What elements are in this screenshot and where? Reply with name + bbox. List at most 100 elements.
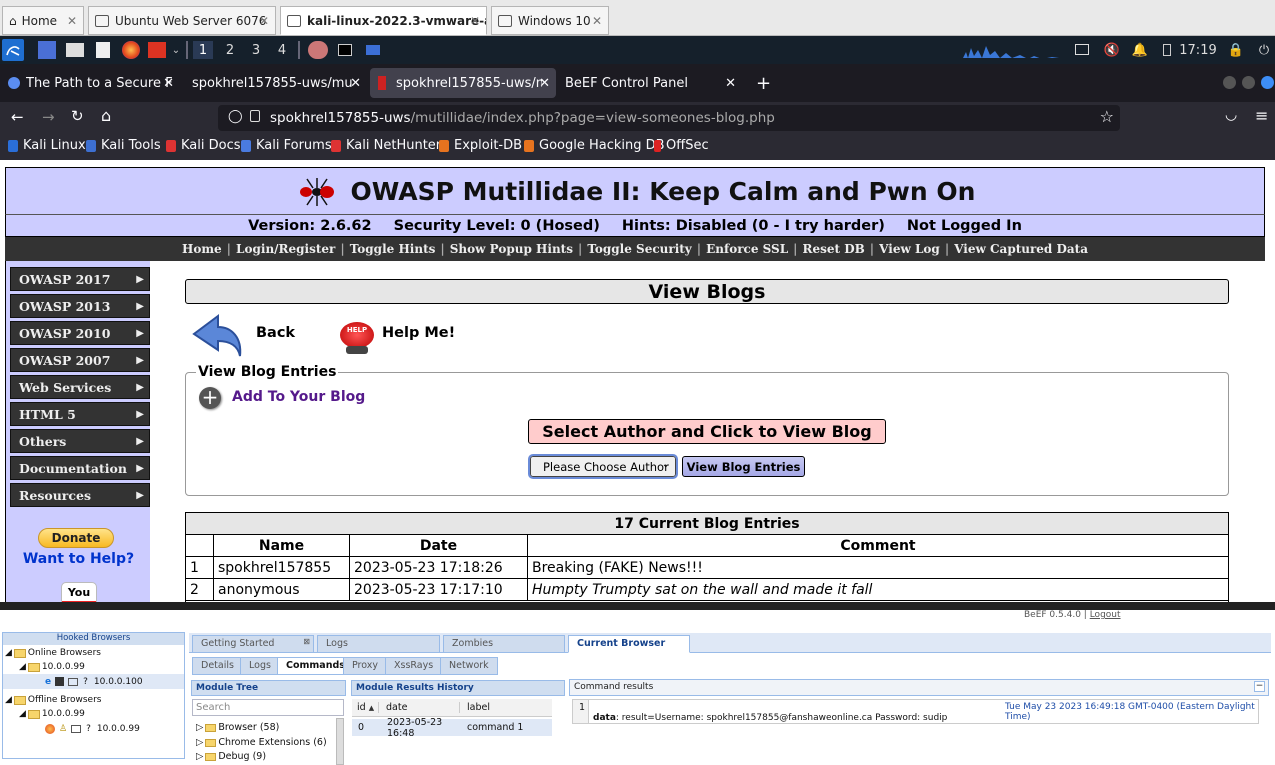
workspace-4[interactable]: 4	[272, 41, 292, 59]
menu-toggle-hints[interactable]: Toggle Hints	[350, 242, 436, 256]
close-icon[interactable]: ✕	[259, 14, 269, 28]
lock-icon[interactable]: 🔒	[1228, 41, 1244, 59]
want-to-help-link[interactable]: Want to Help?	[6, 551, 151, 567]
module-search-input[interactable]: Search	[192, 699, 344, 716]
tab-zombies[interactable]: Zombies	[443, 635, 565, 653]
side-resources[interactable]: Resources ▶	[10, 483, 150, 507]
history-col-label[interactable]: label	[460, 702, 490, 713]
bookmark-kali-nethunter[interactable]: Kali NetHunter	[331, 138, 441, 153]
bookmark-kali-docs[interactable]: Kali Docs	[166, 138, 241, 153]
donate-button[interactable]: Donate	[38, 528, 114, 548]
menu-toggle-security[interactable]: Toggle Security	[587, 242, 691, 256]
back-arrow-icon[interactable]: ←	[11, 108, 24, 126]
browser-tab[interactable]: BeEF Control Panel ✕	[557, 68, 742, 98]
menu-home[interactable]: Home	[182, 242, 222, 256]
logout-link[interactable]: Logout	[1090, 610, 1121, 620]
url-bar[interactable]: ◯ spokhrel157855-uws /mutillidae/index.p…	[218, 105, 1120, 131]
close-icon[interactable]: ✕	[592, 14, 602, 28]
side-owasp-2007[interactable]: OWASP 2007 ▶	[10, 348, 150, 372]
subtab-proxy[interactable]: Proxy	[343, 657, 388, 675]
collapse-icon[interactable]: −	[1254, 681, 1265, 692]
workspace-1[interactable]: 1	[193, 41, 213, 59]
kali-menu-icon[interactable]	[2, 39, 24, 61]
subtab-xssrays[interactable]: XssRays	[385, 657, 443, 675]
shield-icon[interactable]: ◯	[228, 109, 243, 124]
hooked-browser-row[interactable]: e ? 10.0.0.100	[3, 674, 184, 689]
add-blog-link[interactable]: Add To Your Blog	[232, 389, 365, 405]
bell-icon[interactable]: 🔔	[1132, 41, 1148, 59]
side-others[interactable]: Others ▶	[10, 429, 150, 453]
tab-current-browser[interactable]: Current Browser	[568, 635, 690, 653]
power-icon[interactable]: ⏻	[1256, 41, 1272, 59]
help-button-icon[interactable]: HELP	[340, 318, 374, 354]
vm-tab-ubuntu[interactable]: Ubuntu Web Server 6076 ✕	[88, 6, 276, 35]
tree-offline-subnet[interactable]: ◢ 10.0.0.99	[19, 709, 85, 719]
maximize-icon[interactable]	[1242, 76, 1255, 89]
history-col-id[interactable]: id ▲	[352, 702, 379, 713]
bookmark-kali-tools[interactable]: Kali Tools	[86, 138, 161, 153]
forward-arrow-icon[interactable]: →	[42, 108, 55, 126]
vm-tab-kali[interactable]: kali-linux-2022.3-vmware-a... ✕	[280, 6, 487, 35]
side-owasp-2010[interactable]: OWASP 2010 ▶	[10, 321, 150, 345]
close-icon[interactable]: ✕	[163, 76, 174, 91]
workspace-2[interactable]: 2	[220, 41, 240, 59]
desktop-icon[interactable]	[38, 41, 56, 59]
display-icon[interactable]	[1075, 44, 1089, 55]
menu-view-captured-data[interactable]: View Captured Data	[954, 242, 1088, 256]
module-chrome-extensions[interactable]: ▷ Chrome Extensions (6)	[196, 737, 327, 748]
menu-login-register[interactable]: Login/Register	[236, 242, 335, 256]
hamburger-menu-icon[interactable]: ≡	[1255, 106, 1268, 125]
beef-app-icon[interactable]	[308, 41, 328, 59]
vm-tab-windows[interactable]: Windows 10 ✕	[491, 6, 609, 35]
side-owasp-2013[interactable]: OWASP 2013 ▶	[10, 294, 150, 318]
side-web-services[interactable]: Web Services ▶	[10, 375, 150, 399]
tree-online[interactable]: ◢ Online Browsers	[5, 648, 101, 658]
close-icon[interactable]: ✕	[539, 76, 550, 91]
side-owasp-2017[interactable]: OWASP 2017 ▶	[10, 267, 150, 291]
workspace-3[interactable]: 3	[246, 41, 266, 59]
back-arrow-icon[interactable]	[188, 310, 244, 360]
subtab-logs[interactable]: Logs	[240, 657, 280, 675]
new-tab-icon[interactable]: +	[748, 68, 772, 98]
subtab-network[interactable]: Network	[440, 657, 498, 675]
bookmark-offsec[interactable]: OffSec	[654, 138, 709, 153]
text-editor-icon[interactable]	[96, 42, 110, 58]
tab-logs[interactable]: Logs	[317, 635, 440, 653]
browser-tab[interactable]: The Path to a Secure Futu ✕	[0, 68, 180, 98]
close-icon[interactable]: ⊠	[303, 637, 310, 646]
home-icon[interactable]: ⌂	[101, 106, 111, 125]
browser-tab[interactable]: spokhrel157855-uws/mutilli ✕	[184, 68, 367, 98]
help-link[interactable]: Help Me!	[382, 325, 455, 341]
history-col-date[interactable]: date	[379, 702, 460, 713]
window-icon[interactable]	[366, 45, 380, 55]
tree-offline[interactable]: ◢ Offline Browsers	[5, 695, 101, 705]
close-icon[interactable]: ✕	[350, 76, 361, 91]
menu-view-log[interactable]: View Log	[879, 242, 940, 256]
side-documentation[interactable]: Documentation ▶	[10, 456, 150, 480]
tree-online-subnet[interactable]: ◢ 10.0.0.99	[19, 662, 85, 672]
close-icon[interactable]: ✕	[725, 76, 736, 91]
close-icon[interactable]: ✕	[470, 14, 480, 28]
view-blog-entries-button[interactable]: View Blog Entries	[682, 456, 805, 477]
subtab-details[interactable]: Details	[192, 657, 243, 675]
reload-icon[interactable]: ↻	[71, 107, 84, 125]
youtube-icon[interactable]: You	[61, 582, 97, 602]
close-icon[interactable]: ✕	[67, 14, 77, 28]
menu-reset-db[interactable]: Reset DB	[803, 242, 865, 256]
bookmark-kali-forums[interactable]: Kali Forums	[241, 138, 332, 153]
module-browser[interactable]: ▷ Browser (58)	[196, 722, 279, 733]
firefox-icon[interactable]	[122, 41, 140, 59]
terminal-icon[interactable]	[338, 44, 352, 56]
chevron-down-icon[interactable]: ⌄	[170, 41, 182, 59]
pocket-icon[interactable]: ◡	[1225, 107, 1237, 123]
minimize-icon[interactable]	[1223, 76, 1236, 89]
side-html5[interactable]: HTML 5 ▶	[10, 402, 150, 426]
menu-show-popup-hints[interactable]: Show Popup Hints	[450, 242, 573, 256]
close-window-icon[interactable]	[1261, 76, 1274, 89]
bookmark-ghdb[interactable]: Google Hacking DB	[524, 138, 665, 153]
bookmark-exploit-db[interactable]: Exploit-DB	[439, 138, 522, 153]
back-link[interactable]: Back	[256, 325, 295, 341]
offline-browser-row[interactable]: ♙ ? 10.0.0.99	[45, 724, 140, 734]
author-select[interactable]: Please Choose Author ⌄	[528, 454, 678, 479]
menu-enforce-ssl[interactable]: Enforce SSL	[706, 242, 788, 256]
